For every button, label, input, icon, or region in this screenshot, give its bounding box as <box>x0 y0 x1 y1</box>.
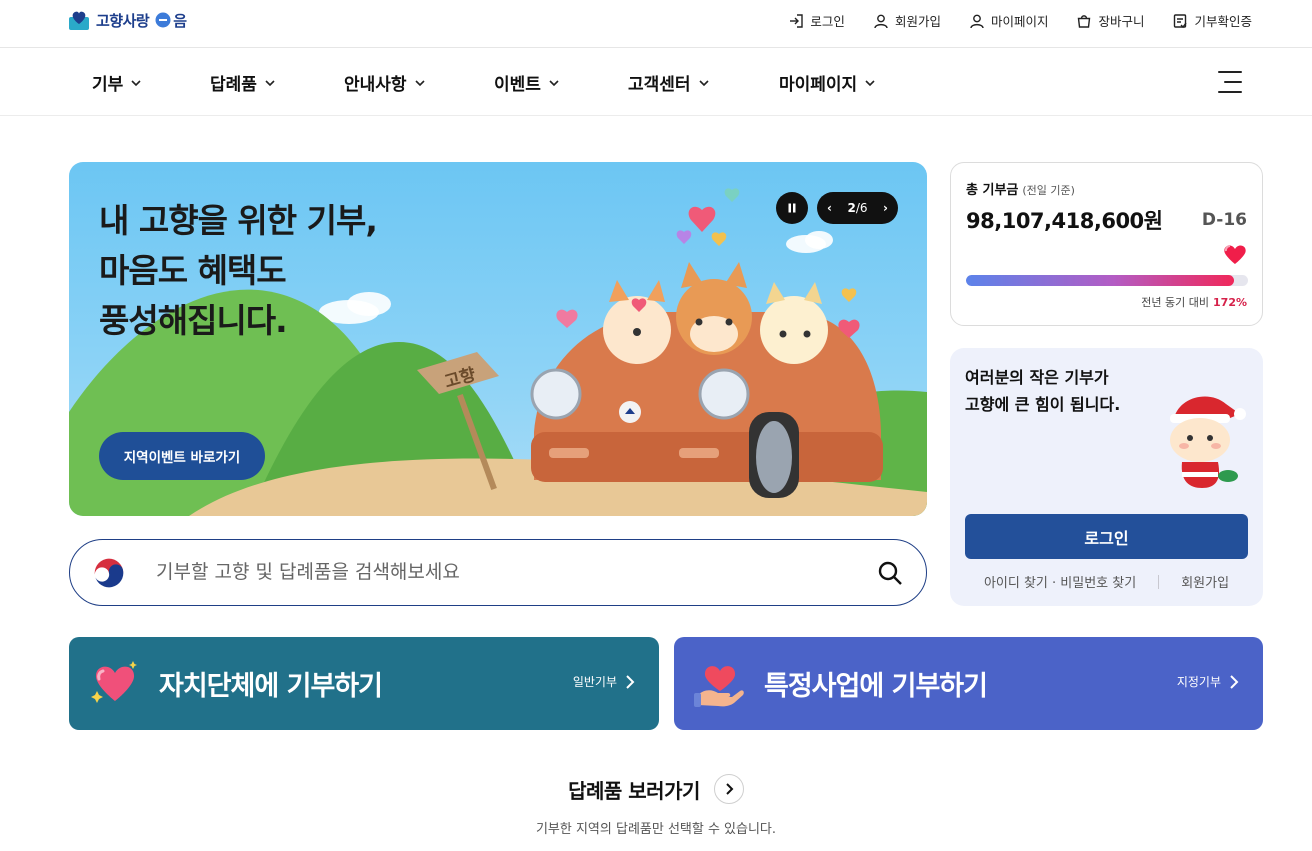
hero-title-line: 마음도 혜택도 <box>99 251 287 290</box>
gift-section-subtitle: 기부한 지역의 답례품만 선택할 수 있습니다. <box>535 822 777 837</box>
slide-counter: 2/6 <box>847 201 867 215</box>
nav-item-donate[interactable]: 기부 <box>92 70 142 95</box>
login-card: 여러분의 작은 기부가 고향에 큰 힘이 됩니다. 로그인 아이디 찾기 · 비… <box>950 348 1263 606</box>
year-over-year: 전년 동기 대비 172% <box>1141 294 1247 310</box>
util-mypage-label: 마이페이지 <box>990 14 1049 29</box>
nav-item-label: 마이페이지 <box>779 75 858 95</box>
total-donation-label: 총 기부금 (전일 기준) <box>966 179 1075 198</box>
logo-e-icon <box>155 12 171 28</box>
chevron-right-icon <box>626 674 635 689</box>
chevron-down-icon <box>698 79 709 86</box>
regional-event-button[interactable]: 지역이벤트 바로가기 <box>99 432 265 480</box>
gift-section-title: 답례품 보러가기 <box>568 778 700 803</box>
gift-section-arrow-button[interactable] <box>713 774 744 804</box>
tile-title: 특정사업에 기부하기 <box>764 671 988 702</box>
yoy-value: 172% <box>1213 296 1247 309</box>
nav-item-label: 기부 <box>92 75 124 95</box>
logo-suffix: 음 <box>173 11 187 30</box>
heart-icon <box>1224 245 1246 264</box>
donate-local-government-tile[interactable]: 자치단체에 기부하기 일반기부 <box>69 637 659 730</box>
tile-title: 자치단체에 기부하기 <box>159 671 383 702</box>
utility-links: 로그인 회원가입 마이페이지 장바구니 기부확인증 <box>788 11 1252 30</box>
login-button[interactable]: 로그인 <box>965 514 1248 559</box>
nav-item-events[interactable]: 이벤트 <box>494 70 560 95</box>
util-certificate-link[interactable]: 기부확인증 <box>1172 11 1252 30</box>
logo-mark-icon <box>69 11 89 30</box>
cart-icon <box>1078 14 1091 28</box>
chevron-down-icon <box>414 79 425 86</box>
total-donation-sublabel: (전일 기준) <box>1022 184 1075 197</box>
tile-link-label: 일반기부 <box>572 675 617 689</box>
donation-progress-fill <box>966 275 1234 286</box>
user-icon <box>970 14 984 28</box>
nav-item-label: 답례품 <box>210 75 257 95</box>
util-cart-link[interactable]: 장바구니 <box>1076 11 1144 30</box>
util-login-label: 로그인 <box>810 14 845 29</box>
nav-item-label: 안내사항 <box>344 75 407 95</box>
hero-title-line: 풍성해집니다. <box>99 301 288 340</box>
util-signup-link[interactable]: 회원가입 <box>873 11 941 30</box>
prev-slide-icon[interactable]: ‹ <box>827 201 832 215</box>
login-message: 여러분의 작은 기부가 고향에 큰 힘이 됩니다. <box>965 364 1120 418</box>
nav-item-gifts[interactable]: 답례품 <box>210 70 276 95</box>
search-bar <box>69 539 927 606</box>
designated-donation-link[interactable]: 지정기부 <box>1177 673 1239 690</box>
nav-item-support[interactable]: 고객센터 <box>628 70 710 95</box>
hero-title: 내 고향을 위한 기부, 마음도 혜택도 풍성해집니다. <box>99 196 378 346</box>
util-signup-label: 회원가입 <box>894 14 941 29</box>
gift-section-heading: 답례품 보러가기 <box>0 774 1312 804</box>
signup-link[interactable]: 회원가입 <box>1181 572 1229 591</box>
hand-heart-icon <box>694 666 744 707</box>
logo-text: 고향사랑 <box>96 11 150 30</box>
user-icon <box>874 14 888 28</box>
util-cart-label: 장바구니 <box>1098 14 1145 29</box>
hero-banner[interactable]: 고향 내 고향을 위한 기부, 마음도 혜택도 풍성해집니다. 지역이벤트 바로… <box>69 162 927 516</box>
hero-title-line: 내 고향을 위한 기부, <box>99 201 378 240</box>
account-links: 아이디 찾기 · 비밀번호 찾기 회원가입 <box>965 572 1248 591</box>
chevron-down-icon <box>549 79 559 86</box>
site-logo[interactable]: 고향사랑 음 <box>68 9 187 31</box>
chevron-down-icon <box>865 79 875 86</box>
donation-progress-bar <box>966 275 1248 286</box>
total-donation-amount: 98,107,418,600원 <box>966 209 1163 233</box>
certificate-icon <box>1174 13 1188 28</box>
chevron-right-icon <box>726 783 734 795</box>
chevron-down-icon <box>265 79 275 86</box>
login-message-line: 여러분의 작은 기부가 <box>965 368 1109 387</box>
nav-item-mypage[interactable]: 마이페이지 <box>779 70 876 95</box>
nav-item-label: 고객센터 <box>628 75 691 95</box>
nav-item-label: 이벤트 <box>494 75 541 95</box>
search-input[interactable] <box>156 552 846 592</box>
nav-item-guide[interactable]: 안내사항 <box>344 70 426 95</box>
find-id-password-link[interactable]: 아이디 찾기 · 비밀번호 찾기 <box>984 572 1136 591</box>
slide-pager: ‹ 2/6 › <box>817 192 898 224</box>
search-icon[interactable] <box>876 559 904 587</box>
login-icon <box>790 13 804 28</box>
main-nav: 기부 답례품 안내사항 이벤트 고객센터 마이페이지 <box>0 48 1312 116</box>
util-certificate-label: 기부확인증 <box>1194 14 1252 29</box>
pause-icon <box>788 203 796 213</box>
login-message-line: 고향에 큰 힘이 됩니다. <box>965 395 1121 414</box>
top-utility-bar: 고향사랑 음 로그인 회원가입 마이페이지 장바구니 기부확인증 <box>0 0 1312 48</box>
link-divider <box>1158 574 1160 589</box>
hamburger-icon[interactable] <box>1216 69 1242 95</box>
chevron-down-icon <box>131 79 141 86</box>
heart-sparkle-icon <box>91 661 137 703</box>
pause-button[interactable] <box>776 192 808 224</box>
total-donation-card: 총 기부금 (전일 기준) 98,107,418,600원 D-16 전년 동기 … <box>950 162 1263 326</box>
util-login-link[interactable]: 로그인 <box>788 11 845 30</box>
next-slide-icon[interactable]: › <box>883 201 888 215</box>
chevron-right-icon <box>1230 674 1239 689</box>
yoy-label: 전년 동기 대비 <box>1141 296 1210 309</box>
total-donation-title: 총 기부금 <box>966 183 1019 198</box>
dday-badge: D-16 <box>1201 210 1247 230</box>
tile-link-label: 지정기부 <box>1176 675 1221 689</box>
slide-total: 6 <box>859 201 868 215</box>
general-donation-link[interactable]: 일반기부 <box>573 673 635 690</box>
taegeuk-emblem-icon <box>92 556 126 590</box>
util-mypage-link[interactable]: 마이페이지 <box>969 11 1049 30</box>
slide-current: 2 <box>847 201 856 215</box>
donate-specific-project-tile[interactable]: 특정사업에 기부하기 지정기부 <box>674 637 1263 730</box>
santa-cat-mascot-icon <box>1170 396 1246 488</box>
